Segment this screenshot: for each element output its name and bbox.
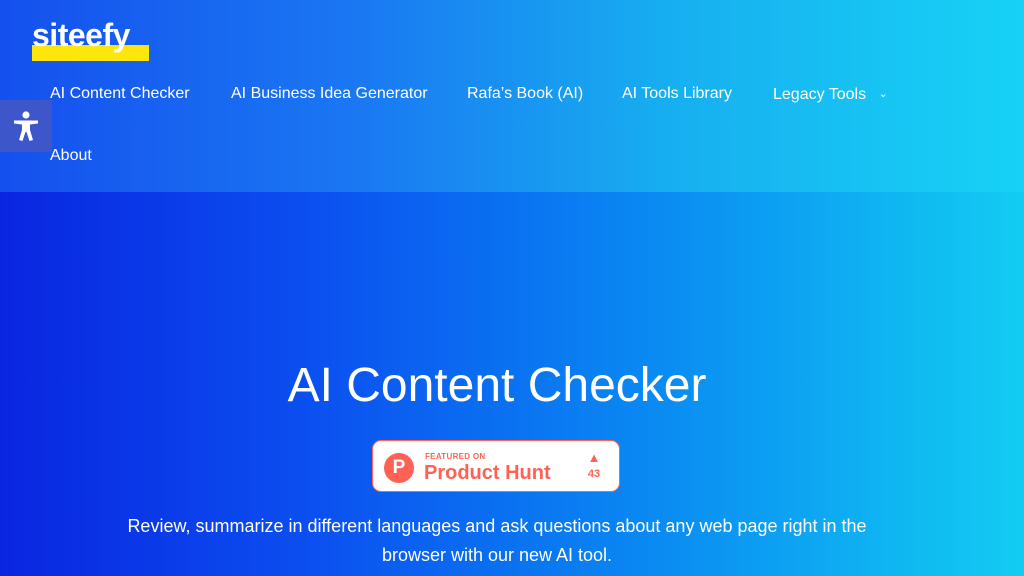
nav-rafas-book[interactable]: Rafa’s Book (AI) xyxy=(467,84,583,104)
nav-label: AI Content Checker xyxy=(50,85,190,102)
upvote-icon: ▲ xyxy=(587,450,601,465)
product-hunt-badge[interactable]: P FEATURED ON Product Hunt ▲ 43 xyxy=(372,440,620,492)
nav-label: About xyxy=(50,147,92,164)
badge-featured-label: FEATURED ON xyxy=(425,452,486,461)
logo-text: siteefy xyxy=(32,17,130,53)
accessibility-button[interactable] xyxy=(0,100,52,152)
nav-legacy-tools[interactable]: Legacy Tools ⌄ xyxy=(773,84,888,105)
page-title: AI Content Checker xyxy=(287,359,707,412)
nav-about[interactable]: About xyxy=(50,146,92,166)
hero-description: Review, summarize in different languages… xyxy=(127,516,867,565)
nav-label: AI Business Idea Generator xyxy=(231,85,428,102)
badge-product-hunt-label: Product Hunt xyxy=(424,462,551,484)
nav-label: Rafa’s Book (AI) xyxy=(467,85,584,102)
badge-votes: ▲ 43 xyxy=(581,450,607,481)
nav-label: Legacy Tools xyxy=(773,86,867,103)
accessibility-icon xyxy=(14,111,38,141)
nav-ai-tools-library[interactable]: AI Tools Library xyxy=(622,84,732,104)
site-logo[interactable]: siteefy xyxy=(30,14,150,64)
nav-label: AI Tools Library xyxy=(622,85,732,102)
nav-ai-business-idea-generator[interactable]: AI Business Idea Generator xyxy=(231,84,428,104)
vote-count: 43 xyxy=(587,468,601,480)
site-header: siteefy AI Content Checker AI Business I… xyxy=(0,0,1024,192)
product-hunt-logo-icon: P xyxy=(384,453,414,483)
chevron-down-icon[interactable]: ⌄ xyxy=(879,84,888,104)
nav-ai-content-checker[interactable]: AI Content Checker xyxy=(50,84,190,104)
